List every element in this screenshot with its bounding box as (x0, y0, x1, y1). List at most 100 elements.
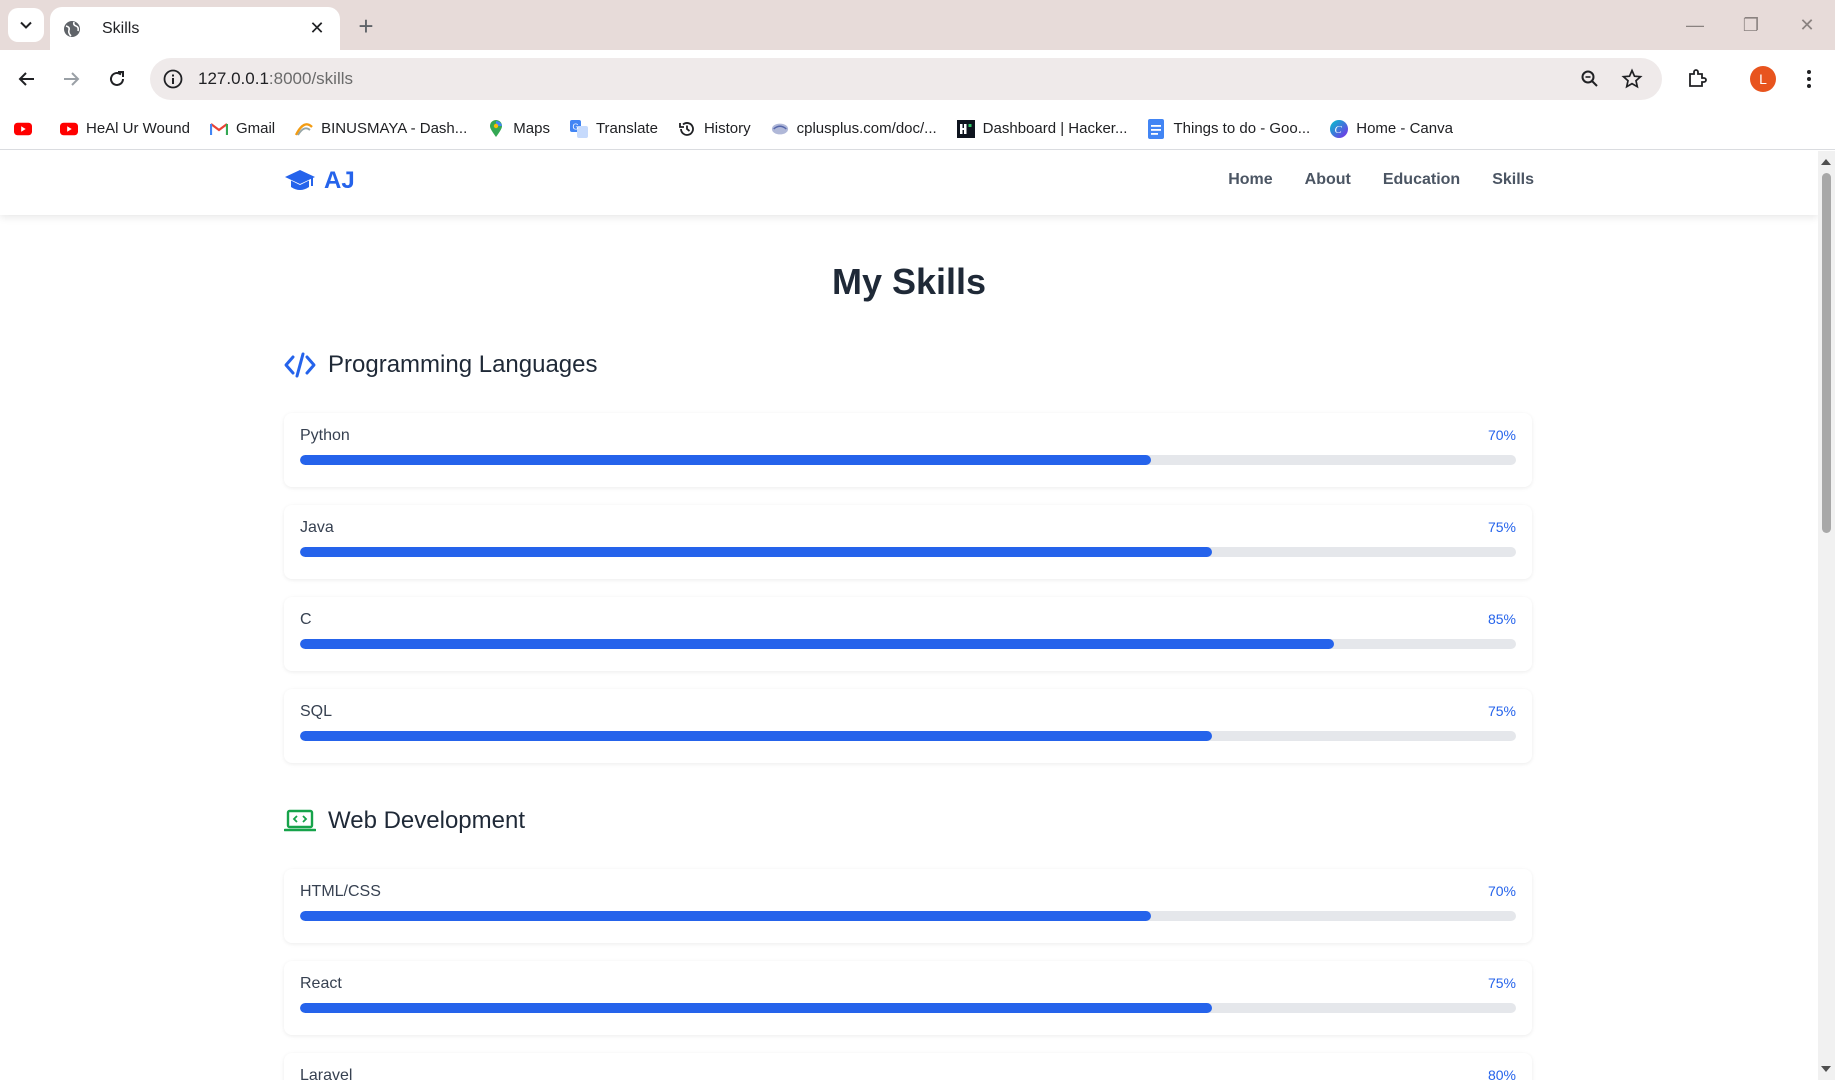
bookmark-label: Gmail (235, 120, 276, 137)
close-window-button[interactable]: ✕ (1779, 0, 1835, 50)
skill-card: SQL 75% (284, 689, 1532, 763)
skill-percent: 85% (1487, 611, 1516, 627)
skill-card: Laravel 80% (284, 1053, 1532, 1080)
page-title: My Skills (831, 261, 987, 302)
skill-name: C (300, 611, 312, 628)
bookmark-label: BINUSMAYA - Dash... (321, 120, 468, 137)
restore-button[interactable]: ❐ (1723, 0, 1779, 50)
skill-card: C 85% (284, 597, 1532, 671)
new-tab-button[interactable]: + (352, 12, 380, 40)
skill-progress-track (300, 547, 1516, 557)
bookmark-item[interactable]: Dashboard | Hacker... (956, 119, 1128, 138)
bookmark-label: Maps (513, 120, 550, 137)
site-brand[interactable]: AJ (284, 167, 355, 195)
tab-active[interactable]: Skills ✕ (50, 7, 340, 50)
skill-progress-fill (300, 455, 1152, 465)
graduation-cap-icon (285, 170, 315, 190)
bookmark-label: History (703, 120, 751, 137)
nav-education[interactable]: Education (1383, 171, 1460, 189)
bookmark-label: cplusplus.com/doc/... (796, 120, 937, 137)
arrow-right-icon (64, 72, 80, 86)
chevron-down-icon (20, 21, 32, 29)
bookmark-label: Translate (595, 120, 658, 137)
bookmark-item[interactable]: HeAl Ur Wound (60, 120, 190, 138)
forward-button[interactable] (54, 62, 88, 96)
scroll-down-icon[interactable] (1821, 1066, 1831, 1072)
bookmark-star-icon[interactable] (1620, 67, 1644, 91)
tab-strip: Skills ✕ + — ❐ ✕ (0, 0, 1835, 50)
skill-progress-fill (300, 639, 1334, 649)
url-text: 127.0.0.1:8000/skills (198, 69, 1578, 89)
code-icon (284, 351, 316, 379)
skill-card: React 75% (284, 961, 1532, 1035)
skill-card: Java 75% (284, 505, 1532, 579)
more-vertical-icon (1807, 70, 1811, 88)
page-viewport: AJ Home About Education Skills My Skills… (0, 151, 1818, 1080)
skill-progress-fill (300, 1003, 1212, 1013)
bookmark-item[interactable]: Things to do - Goo... (1147, 118, 1311, 139)
globe-icon (64, 20, 80, 37)
skill-name: HTML/CSS (300, 883, 381, 900)
arrow-left-icon (18, 72, 34, 86)
browser-chrome: Skills ✕ + — ❐ ✕ 127.0.0.1:8000/skills L… (0, 0, 1835, 150)
bookmark-item[interactable]: C Home - Canva (1330, 119, 1453, 138)
bookmarks-bar: HeAl Ur Wound Gmail BINUSMAYA - Dash... … (0, 108, 1835, 150)
brand-name: AJ (324, 167, 355, 194)
bookmark-item[interactable]: Gmail (209, 120, 276, 138)
skill-percent: 70% (1487, 427, 1516, 443)
bookmark-item[interactable] (14, 120, 40, 138)
zoom-icon[interactable] (1578, 67, 1602, 91)
minimize-button[interactable]: — (1667, 0, 1723, 50)
avatar: L (1750, 66, 1776, 92)
skill-progress-track (300, 731, 1516, 741)
nav-home[interactable]: Home (1228, 171, 1272, 189)
hackerrank-icon (956, 119, 975, 138)
skill-progress-track (300, 911, 1516, 921)
scrollbar-thumb[interactable] (1822, 173, 1831, 533)
bookmark-item[interactable]: cplusplus.com/doc/... (771, 120, 937, 138)
skill-percent: 75% (1487, 703, 1516, 719)
bookmark-item[interactable]: G Translate (569, 119, 658, 138)
skill-percent: 80% (1487, 1067, 1516, 1080)
nav-about[interactable]: About (1305, 171, 1351, 189)
section-heading-programming: Programming Languages (284, 351, 598, 379)
skill-card: HTML/CSS 70% (284, 869, 1532, 943)
bookmark-label: Home - Canva (1356, 120, 1453, 137)
site-menu: Home About Education Skills (1196, 171, 1534, 189)
url-path: :8000/skills (268, 69, 354, 88)
skill-progress-track (300, 639, 1516, 649)
skill-name: SQL (300, 703, 333, 720)
nav-skills[interactable]: Skills (1492, 171, 1534, 189)
bookmark-item[interactable]: BINUSMAYA - Dash... (295, 120, 467, 138)
tab-search-button[interactable] (8, 8, 44, 42)
history-icon (678, 120, 696, 138)
cplusplus-icon (771, 120, 789, 138)
extensions-button[interactable] (1680, 62, 1714, 96)
bookmark-label: Dashboard | Hacker... (982, 120, 1128, 137)
profile-button[interactable]: L (1746, 62, 1780, 96)
page-scrollbar[interactable] (1818, 151, 1835, 1080)
browser-menu-button[interactable] (1792, 62, 1826, 96)
docs-icon (1147, 118, 1165, 139)
skill-percent: 70% (1487, 883, 1516, 899)
address-bar[interactable]: 127.0.0.1:8000/skills (150, 58, 1662, 100)
translate-icon: G (569, 119, 588, 138)
bookmark-item[interactable]: Maps (487, 119, 550, 138)
back-button[interactable] (10, 62, 44, 96)
gmail-icon (209, 120, 228, 138)
skill-name: React (300, 975, 342, 992)
scroll-up-icon[interactable] (1821, 159, 1831, 165)
bookmark-label: Things to do - Goo... (1173, 120, 1311, 137)
reload-button[interactable] (100, 62, 134, 96)
skill-progress-fill (300, 547, 1212, 557)
youtube-icon (14, 120, 32, 138)
section-title: Web Development (328, 807, 525, 834)
skill-percent: 75% (1487, 519, 1516, 535)
browser-toolbar: 127.0.0.1:8000/skills L (0, 50, 1835, 108)
info-icon[interactable] (162, 68, 184, 90)
skill-name: Java (300, 519, 334, 536)
bookmark-item[interactable]: History (678, 120, 751, 138)
tab-close-icon[interactable]: ✕ (306, 18, 328, 40)
skill-progress-track (300, 1003, 1516, 1013)
puzzle-icon (1689, 69, 1707, 87)
